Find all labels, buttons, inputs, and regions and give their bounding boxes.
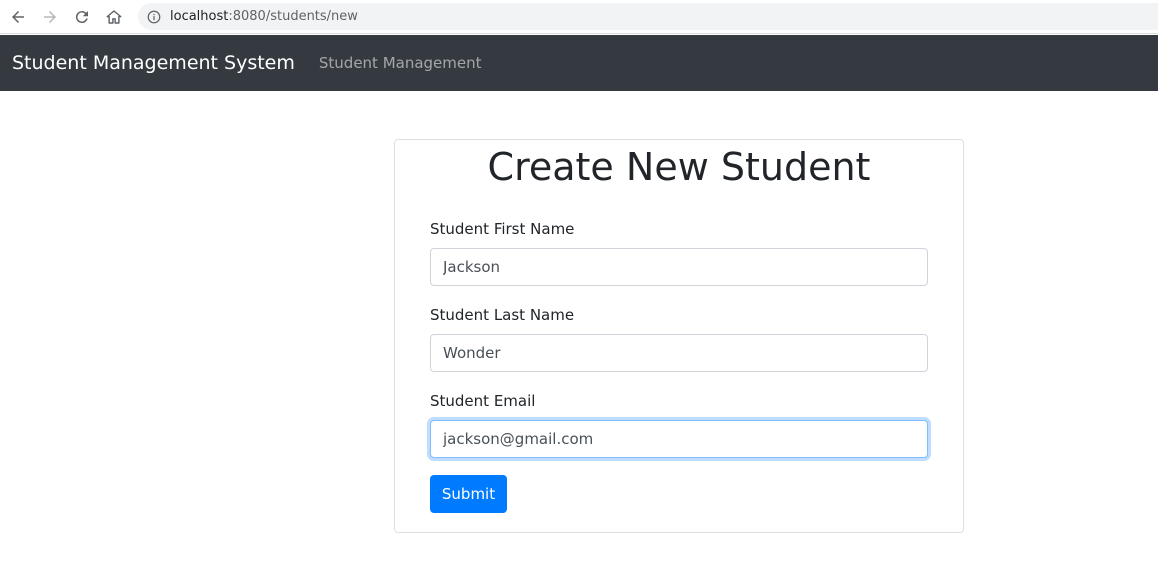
app-navbar: Student Management System Student Manage…: [0, 35, 1158, 91]
home-icon[interactable]: [102, 5, 126, 29]
email-input[interactable]: [430, 420, 928, 458]
reload-icon[interactable]: [70, 5, 94, 29]
navbar-brand[interactable]: Student Management System: [12, 52, 295, 74]
last-name-label: Student Last Name: [430, 306, 575, 324]
create-student-card: Create New Student Student First Name St…: [394, 139, 964, 533]
page-title: Create New Student: [487, 145, 871, 189]
first-name-input[interactable]: [430, 248, 928, 286]
first-name-label: Student First Name: [430, 220, 575, 238]
submit-button[interactable]: Submit: [430, 475, 507, 513]
back-arrow-icon[interactable]: [6, 5, 30, 29]
browser-toolbar: localhost:8080/students/new: [0, 0, 1158, 34]
nav-link-student-management[interactable]: Student Management: [319, 54, 482, 72]
info-icon[interactable]: [147, 10, 161, 24]
url-path: :8080/students/new: [228, 9, 358, 24]
forward-arrow-icon[interactable]: [38, 5, 62, 29]
url-text: localhost:8080/students/new: [170, 9, 358, 24]
email-label: Student Email: [430, 392, 536, 410]
url-host: localhost: [170, 9, 229, 24]
address-bar[interactable]: localhost:8080/students/new: [138, 3, 1158, 30]
last-name-input[interactable]: [430, 334, 928, 372]
